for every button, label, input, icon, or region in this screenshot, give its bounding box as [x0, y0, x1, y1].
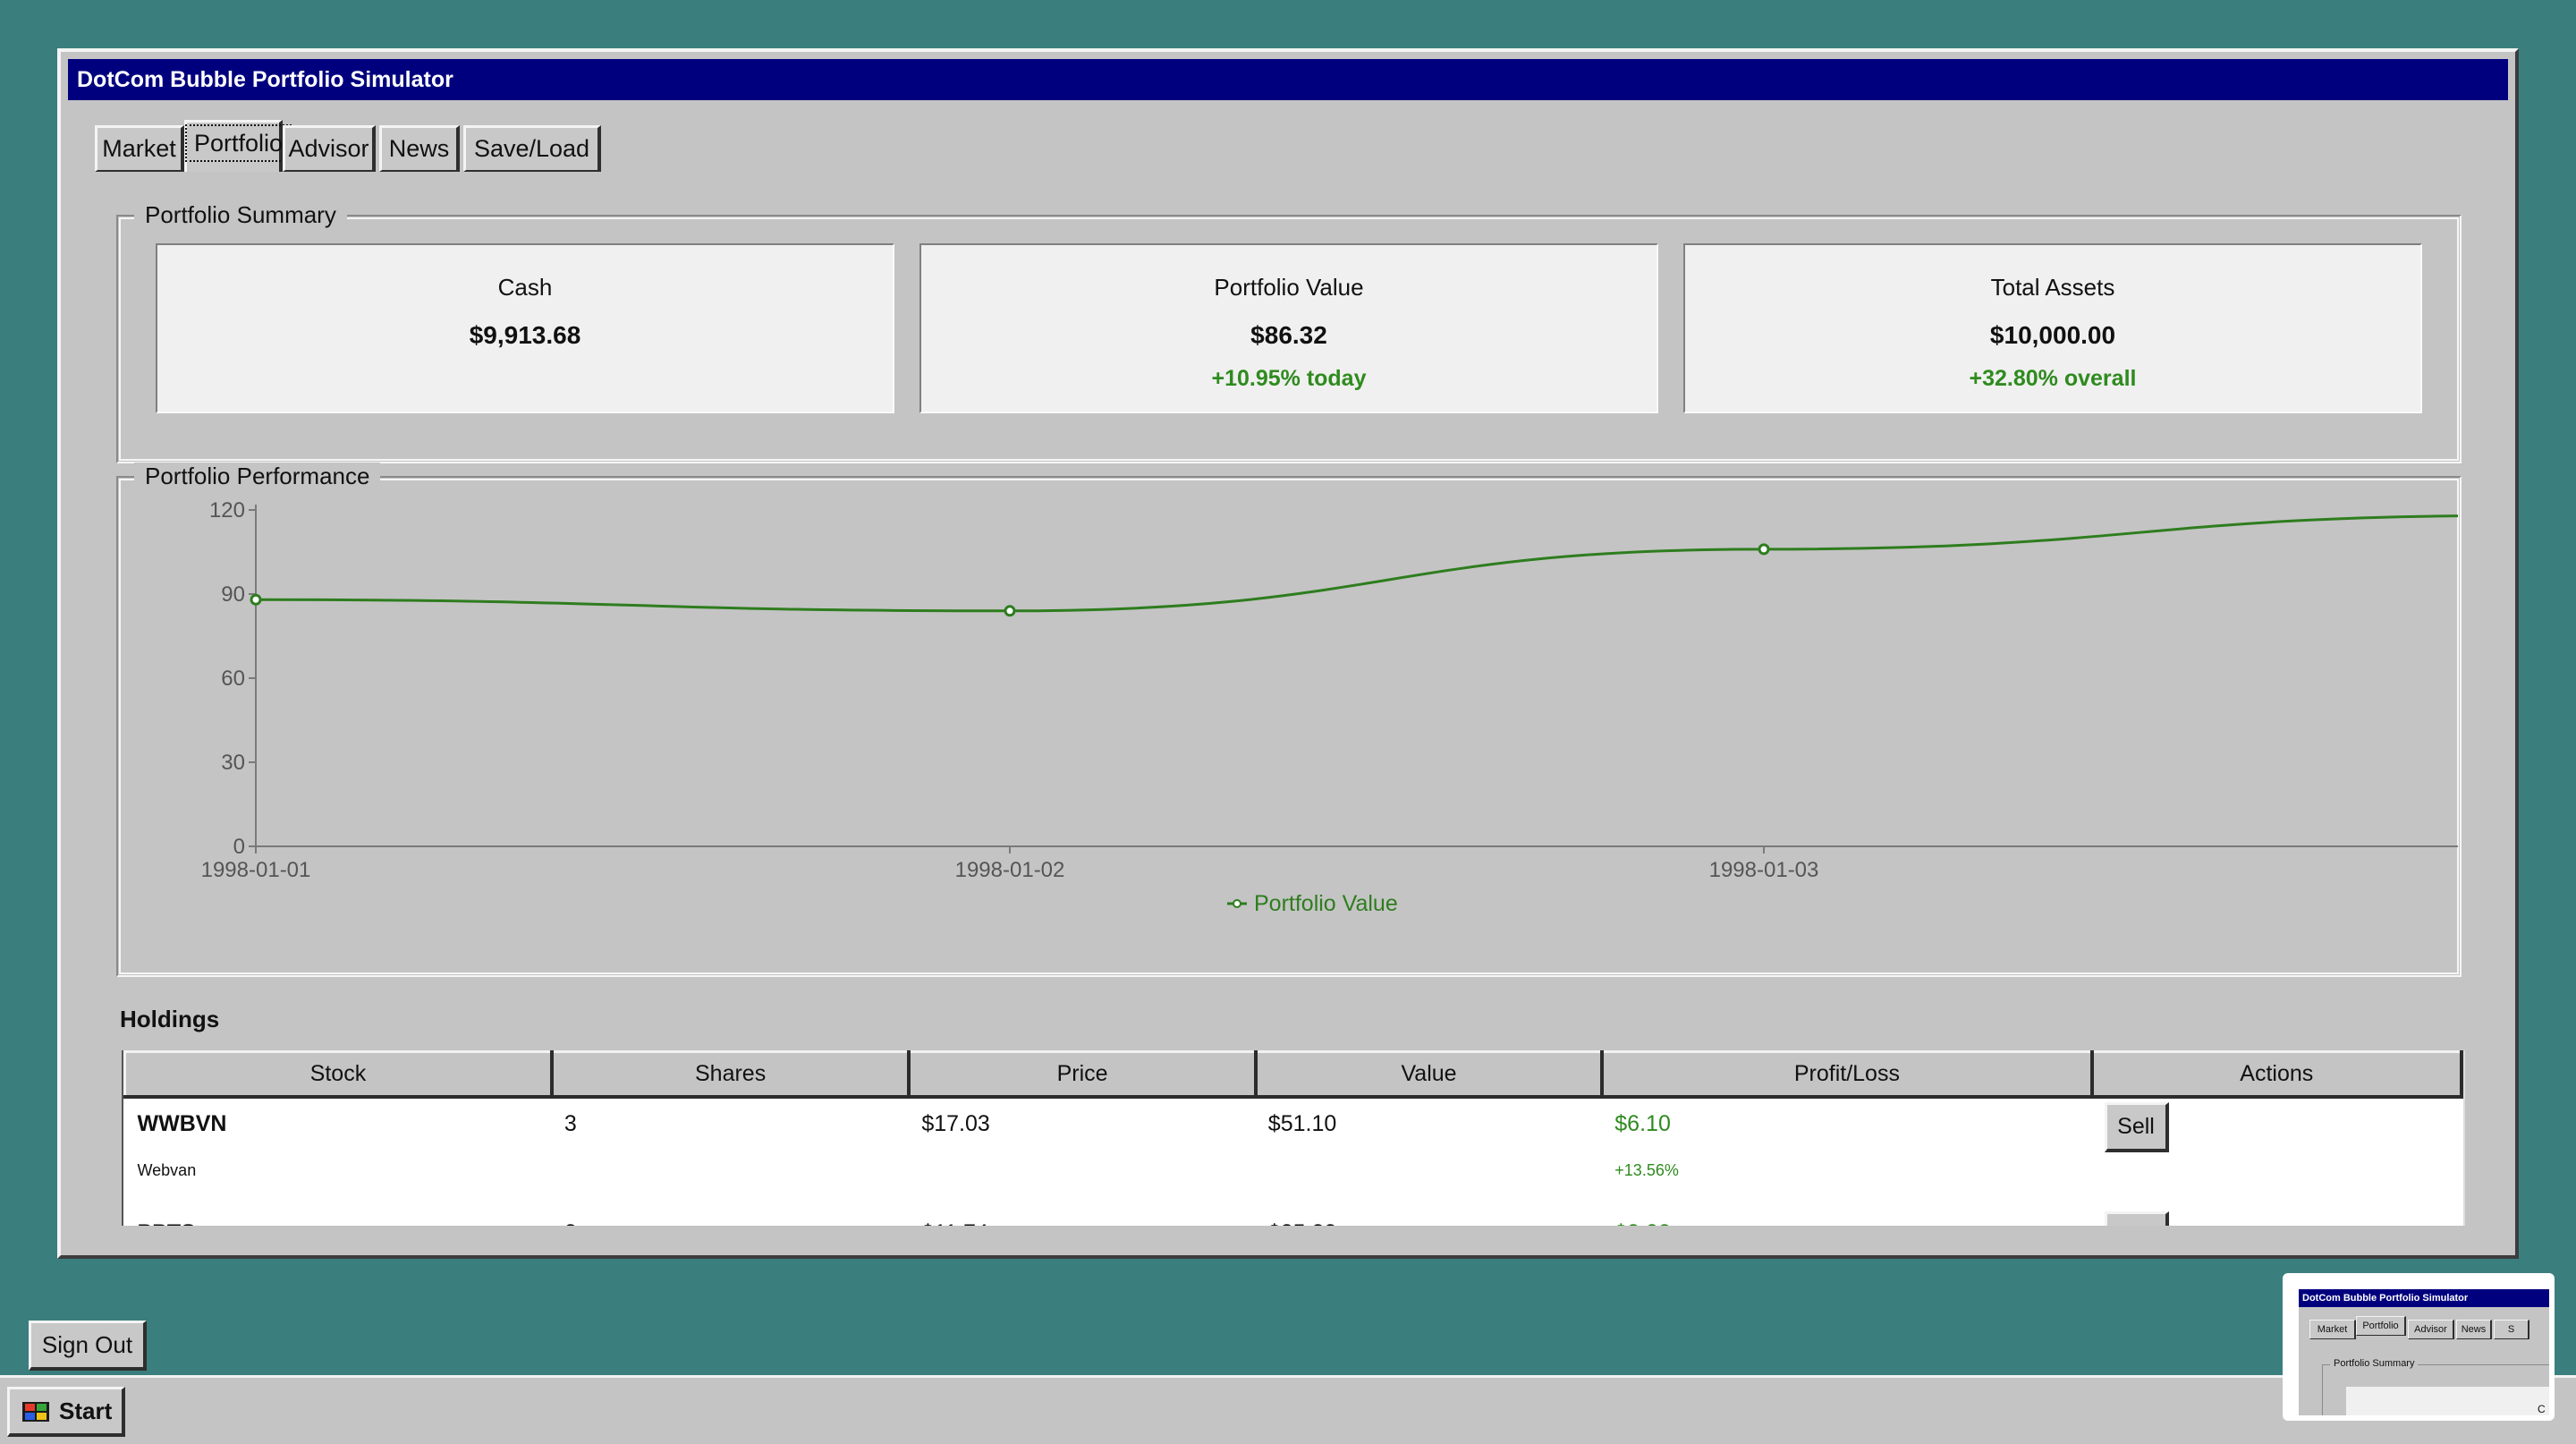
price-cell: $11.74	[909, 1207, 1256, 1226]
x-tick-label: 1998-01-02	[955, 858, 1065, 882]
column-header[interactable]: Price	[907, 1050, 1258, 1099]
table-header-row: Stock Shares Price Value Profit/Loss Act…	[123, 1050, 2463, 1099]
portfolio-summary-panel: Portfolio Summary Cash $9,913.68 Portfol…	[116, 201, 2462, 463]
thumbnail-card	[2346, 1387, 2549, 1415]
tab-label: Market	[102, 135, 176, 162]
cash-value: $9,913.68	[469, 321, 581, 349]
legend-label: Portfolio Value	[1254, 891, 1398, 916]
window-title: DotCom Bubble Portfolio Simulator	[68, 59, 2508, 100]
tab-news[interactable]: News	[379, 125, 460, 172]
card-label: Portfolio Value	[1214, 274, 1364, 301]
sell-button[interactable]: Sell	[2104, 1101, 2169, 1152]
price-cell: $17.03	[909, 1096, 1256, 1152]
holdings-table: Stock Shares Price Value Profit/Loss Act…	[123, 1050, 2463, 1226]
table-row: PPTS 2 $11.74 $35.22 $3.02 Sell	[124, 1207, 2462, 1226]
y-tick-label: 60	[221, 667, 245, 691]
card-label: Total Assets	[1990, 274, 2115, 301]
portfolio-value-card: Portfolio Value $86.32 +10.95% today	[919, 243, 1658, 413]
column-header[interactable]: Stock	[123, 1050, 554, 1099]
performance-chart: 0 30 60 90 120 1998-01-01 1998-01-02 1998-01-03…	[201, 498, 2458, 916]
column-header[interactable]: Value	[1254, 1050, 1605, 1099]
tab-label: Save/Load	[473, 135, 590, 162]
app-window: DotCom Bubble Portfolio Simulator Market…	[57, 48, 2519, 1259]
value-cell: $35.22	[1255, 1207, 1603, 1226]
holdings-title: Holdings	[120, 1006, 220, 1032]
tab-label: Advisor	[288, 135, 369, 162]
thumbnail-tab: News	[2456, 1320, 2492, 1339]
thumbnail-panel: Portfolio Summary C M	[2322, 1358, 2549, 1415]
column-header[interactable]: Shares	[550, 1050, 911, 1099]
tab-label: News	[388, 135, 450, 162]
x-tick-label: 1998-01-03	[1709, 858, 1819, 882]
start-button[interactable]: Start	[7, 1387, 125, 1437]
value-cell: $51.10	[1255, 1096, 1603, 1152]
y-tick-label: 0	[233, 835, 245, 859]
y-tick-label: 30	[221, 751, 245, 775]
windows-logo-icon	[22, 1402, 49, 1422]
taskbar: Start	[0, 1375, 2576, 1444]
thumbnail-corner-text: C M	[2538, 1403, 2546, 1415]
start-label: Start	[59, 1397, 113, 1424]
cash-card: Cash $9,913.68	[156, 243, 894, 413]
tab-advisor[interactable]: Advisor	[283, 125, 376, 172]
shares-cell: 3	[551, 1096, 910, 1152]
tab-portfolio[interactable]: Portfolio	[184, 120, 292, 172]
data-point	[250, 593, 262, 606]
holdings-table-container[interactable]: Stock Shares Price Value Profit/Loss Act…	[122, 1050, 2465, 1226]
total-assets-value: $10,000.00	[1989, 321, 2116, 349]
portfolio-summary-legend: Portfolio Summary	[134, 201, 347, 229]
column-header[interactable]: Actions	[2090, 1050, 2463, 1099]
actions-cell: Sell	[2091, 1207, 2462, 1226]
x-tick-label: 1998-01-01	[201, 858, 311, 882]
actions-cell: Sell	[2091, 1096, 2462, 1152]
thumbnail-legend: Portfolio Summary	[2330, 1358, 2419, 1369]
profit-loss-percent: +13.56%	[1602, 1151, 2092, 1208]
profit-loss-cell: $6.10	[1602, 1096, 2092, 1152]
column-header[interactable]: Profit/Loss	[1600, 1050, 2094, 1099]
window-thumbnail[interactable]: DotCom Bubble Portfolio Simulator Market…	[2283, 1273, 2555, 1421]
series-line	[255, 514, 2458, 613]
total-assets-change: +32.80% overall	[1969, 366, 2137, 391]
profit-loss-cell: $3.02	[1602, 1207, 2092, 1226]
thumbnail-tab: Market	[2309, 1320, 2356, 1339]
stock-symbol: PPTS	[124, 1207, 552, 1226]
thumbnail-preview: DotCom Bubble Portfolio Simulator Market…	[2299, 1289, 2549, 1415]
data-point	[1758, 543, 1770, 556]
table-row-detail: Webvan +13.56%	[124, 1151, 2462, 1208]
tab-market[interactable]: Market	[95, 125, 184, 172]
thumbnail-tab: Advisor	[2408, 1320, 2454, 1339]
legend-marker-icon	[1233, 899, 1241, 908]
tab-label: Portfolio	[184, 124, 292, 162]
stock-name: Webvan	[124, 1151, 552, 1208]
thumbnail-tab: S	[2494, 1320, 2529, 1339]
thumbnail-title: DotCom Bubble Portfolio Simulator	[2299, 1289, 2549, 1307]
portfolio-change: +10.95% today	[1211, 366, 1367, 391]
shares-cell: 2	[551, 1207, 910, 1226]
sell-button[interactable]: Sell	[2104, 1210, 2169, 1226]
portfolio-value: $86.32	[1250, 321, 1327, 349]
data-point	[1004, 605, 1016, 617]
y-tick-label: 90	[221, 582, 245, 607]
sign-out-button[interactable]: Sign Out	[29, 1321, 147, 1371]
y-tick-label: 120	[209, 498, 245, 522]
thumbnail-tab: Portfolio	[2356, 1316, 2406, 1336]
stock-symbol: WWBVN	[124, 1096, 552, 1152]
total-assets-card: Total Assets $10,000.00 +32.80% overall	[1683, 243, 2422, 413]
card-label: Cash	[497, 274, 553, 301]
table-row: WWBVN 3 $17.03 $51.10 $6.10 Sell	[124, 1096, 2462, 1152]
portfolio-performance-panel: Portfolio Performance 0 30 60 90 120 1998-01-…	[116, 463, 2462, 977]
tab-save-load[interactable]: Save/Load	[463, 125, 601, 172]
